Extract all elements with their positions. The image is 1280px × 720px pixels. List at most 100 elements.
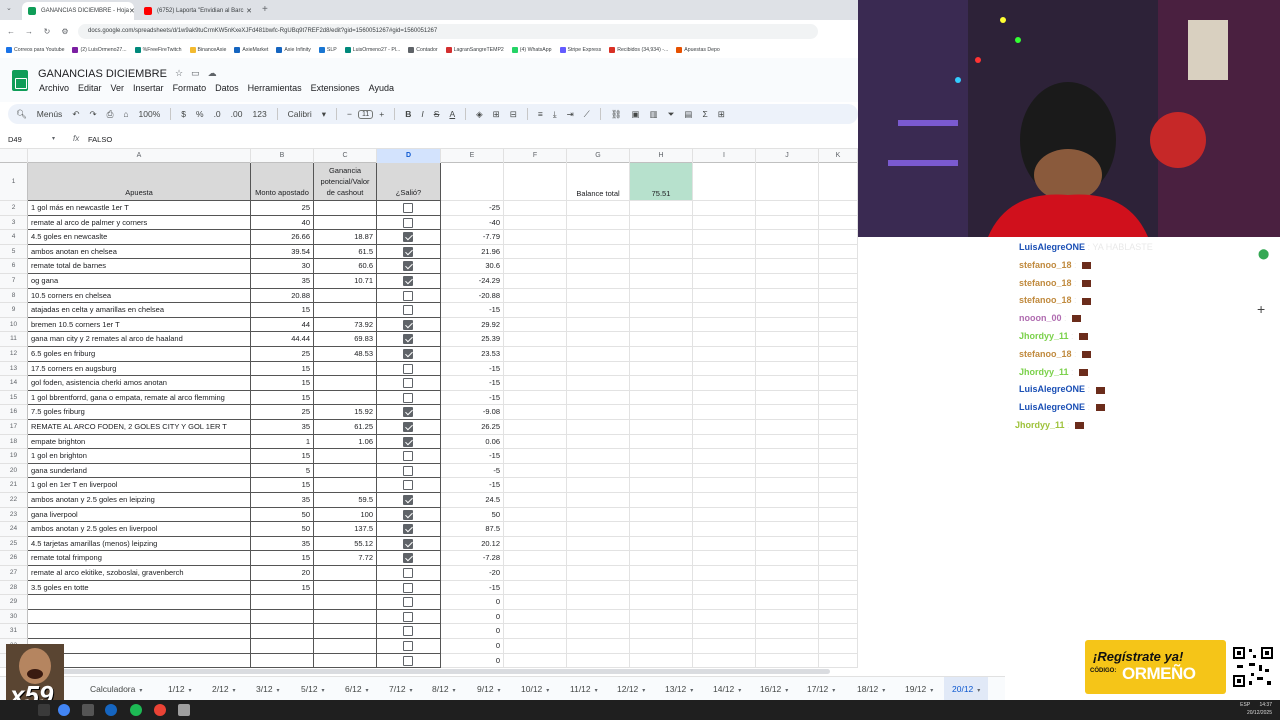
cell-empty[interactable] — [504, 332, 567, 347]
cell-empty[interactable] — [693, 376, 756, 391]
cell-empty[interactable] — [504, 609, 567, 625]
cell-empty[interactable] — [819, 390, 858, 406]
spotify-icon[interactable] — [130, 704, 142, 716]
cell-b[interactable]: 25 — [251, 201, 314, 216]
increase-decimal-button[interactable]: .00 — [231, 109, 243, 119]
cell-empty[interactable] — [630, 434, 693, 450]
cell-empty[interactable] — [819, 230, 858, 245]
cell-empty[interactable] — [630, 566, 693, 581]
cell-empty[interactable] — [693, 580, 756, 596]
cell-a[interactable]: 7.5 goles friburg — [28, 405, 251, 420]
menu-editar[interactable]: Editar — [78, 83, 102, 93]
sheet-tab[interactable]: 8/12 ▾ — [424, 677, 464, 701]
cell-a[interactable]: 1 gol bbrentforrd, gana o empata, remate… — [28, 390, 251, 406]
cell-empty[interactable] — [630, 390, 693, 406]
cell-c[interactable]: 18.87 — [314, 230, 377, 245]
cell-a[interactable]: gana man city y 2 remates al arco de haa… — [28, 332, 251, 347]
hide-menus-icon[interactable]: ⊞ — [718, 109, 725, 120]
cell-e[interactable]: 0.06 — [441, 434, 504, 450]
header-cell-b[interactable]: Monto apostado — [251, 163, 314, 201]
cell-empty[interactable] — [630, 361, 693, 377]
redo-icon[interactable]: ↷ — [89, 109, 96, 120]
cell-c[interactable] — [314, 303, 377, 318]
cell-empty[interactable] — [504, 390, 567, 406]
filter-icon[interactable]: ⏷ — [668, 109, 675, 120]
forward-icon[interactable]: → — [22, 27, 36, 36]
sheets-logo-icon[interactable] — [12, 70, 28, 91]
cell-empty[interactable] — [567, 551, 630, 566]
cell-e[interactable]: -15 — [441, 390, 504, 406]
cell-b[interactable] — [251, 639, 314, 654]
menu-herramientas[interactable]: Herramientas — [248, 83, 302, 93]
zoom-select[interactable]: 100% — [139, 109, 161, 119]
sheet-tab[interactable]: 17/12 ▾ — [799, 677, 843, 701]
cell-e[interactable]: -15 — [441, 478, 504, 493]
star-icon[interactable]: ☆ — [175, 68, 191, 78]
insert-chart-icon[interactable]: ▥ — [650, 109, 658, 120]
system-tray[interactable]: ESP 14:37 20/12/2025 — [1240, 701, 1272, 717]
cell-empty[interactable] — [756, 653, 819, 669]
cell-b[interactable]: 15 — [251, 478, 314, 493]
cell-empty[interactable] — [756, 303, 819, 318]
cell-empty[interactable] — [756, 522, 819, 537]
cell-c[interactable]: 61.5 — [314, 244, 377, 260]
cell-empty[interactable] — [819, 347, 858, 362]
horizontal-align-icon[interactable]: ≡ — [538, 109, 543, 119]
column-header-h[interactable]: H — [630, 149, 693, 163]
bookmark-item[interactable]: Apuestas Depo — [676, 47, 720, 53]
cell-b[interactable]: 20.88 — [251, 288, 314, 304]
column-header-d[interactable]: D — [377, 149, 441, 163]
cell-empty[interactable] — [504, 580, 567, 596]
cell-empty[interactable] — [756, 201, 819, 216]
cell-empty[interactable] — [504, 434, 567, 450]
font-size-field[interactable]: 11 — [358, 109, 374, 119]
row-number[interactable]: 22 — [0, 493, 28, 508]
chevron-down-icon[interactable]: ▾ — [139, 688, 142, 694]
cell-b[interactable]: 40 — [251, 215, 314, 231]
menu-ver[interactable]: Ver — [111, 83, 125, 93]
cell-empty[interactable] — [693, 201, 756, 216]
search-menus-button[interactable]: Menús — [37, 109, 63, 119]
balance-value[interactable]: 75.51 — [630, 163, 693, 201]
vertical-align-icon[interactable]: ⤓ — [553, 109, 557, 120]
cell-b[interactable] — [251, 624, 314, 639]
cell-c[interactable]: 59.5 — [314, 493, 377, 508]
column-header-j[interactable]: J — [756, 149, 819, 163]
checkbox-salio[interactable] — [403, 509, 413, 520]
checkbox-salio[interactable] — [403, 378, 413, 389]
browser-tab-sheets[interactable]: GANANCIAS DICIEMBRE - Hoja ✕ — [22, 2, 134, 20]
cell-empty[interactable] — [567, 215, 630, 231]
chevron-down-icon[interactable]: ▾ — [498, 688, 501, 694]
cell-empty[interactable] — [504, 244, 567, 260]
cell-empty[interactable] — [756, 624, 819, 639]
cell-empty[interactable] — [756, 551, 819, 566]
cell-empty[interactable] — [693, 639, 756, 654]
cell-empty[interactable] — [819, 507, 858, 523]
cell-empty[interactable] — [630, 201, 693, 216]
cell-empty[interactable] — [504, 259, 567, 274]
cell-empty[interactable] — [504, 405, 567, 420]
cell-empty[interactable] — [819, 639, 858, 654]
cell-a[interactable]: ambos anotan y 2.5 goles en liverpool — [28, 522, 251, 537]
cell-c[interactable]: 100 — [314, 507, 377, 523]
bookmark-item[interactable]: Correos para Youtube — [6, 47, 64, 53]
row-number[interactable]: 10 — [0, 317, 28, 333]
cell-empty[interactable] — [630, 551, 693, 566]
cell-empty[interactable] — [819, 551, 858, 566]
cell-c[interactable] — [314, 595, 377, 610]
cell-a[interactable]: remate al arco ekitike, szoboslai, grave… — [28, 566, 251, 581]
cell-empty[interactable] — [693, 390, 756, 406]
cell-empty[interactable] — [504, 624, 567, 639]
column-header-k[interactable]: K — [819, 149, 858, 163]
cell-empty[interactable] — [756, 580, 819, 596]
cell-e[interactable]: -20 — [441, 566, 504, 581]
cell-empty[interactable] — [693, 624, 756, 639]
cell-b[interactable]: 15 — [251, 551, 314, 566]
bookmark-item[interactable]: AxieMarket — [234, 47, 268, 53]
sheet-tab[interactable]: 12/12 ▾ — [609, 677, 653, 701]
row-number[interactable]: 24 — [0, 522, 28, 537]
cell-e[interactable]: 0 — [441, 653, 504, 669]
cell-empty[interactable] — [756, 259, 819, 274]
cell-empty[interactable] — [567, 463, 630, 479]
cell-empty[interactable] — [567, 332, 630, 347]
